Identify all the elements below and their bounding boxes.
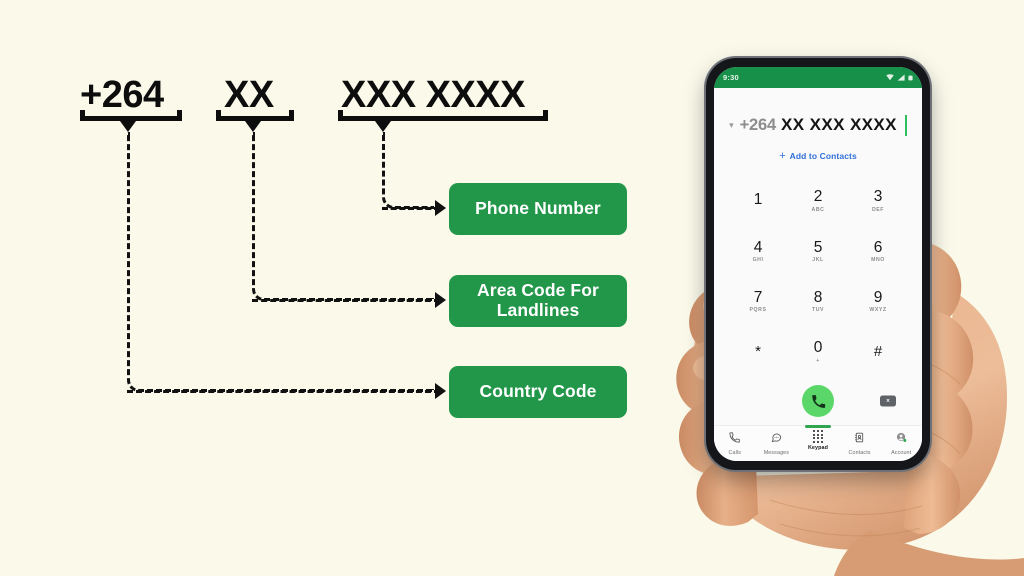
callout-phone-number[interactable]: Phone Number <box>449 183 627 235</box>
dialpad-key-digit: 3 <box>873 188 883 206</box>
wifi-icon <box>886 74 894 81</box>
dialpad-key-digit: 2 <box>813 188 823 206</box>
dialpad-key-letters: ABC <box>811 206 825 213</box>
phone-handset-icon <box>811 394 825 408</box>
connector-arrow-phone-number <box>435 200 446 216</box>
dialed-country-code: +264 <box>739 115 777 134</box>
dialpad-key-4[interactable]: 4 GHI <box>728 226 788 276</box>
nav-item-label: Messages <box>763 450 790 456</box>
backspace-glyph: × <box>886 398 890 404</box>
phone-screen: 9:30 ▾ +264 XX XXX XXXX + Add to Contact… <box>714 67 922 461</box>
nav-item-messages[interactable]: Messages <box>756 430 798 456</box>
plus-icon: + <box>779 150 786 162</box>
dialpad-key-8[interactable]: 8 TUV <box>788 277 848 327</box>
connector-arrow-area-code <box>435 292 446 308</box>
bracket-pointer-subscriber-number <box>375 121 391 132</box>
bracket-area-code <box>216 110 294 121</box>
chevron-down-icon[interactable]: ▾ <box>729 120 734 131</box>
segment-country-code-text: +264 <box>80 74 164 116</box>
dialpad-key-letters: MNO <box>871 257 885 263</box>
nav-item-contacts[interactable]: Contacts <box>839 430 881 456</box>
dialpad-key-letters: GHI <box>752 257 764 263</box>
phone-number-format-infographic: +264 XX XXX XXXX Phone Number Area Code … <box>0 0 1024 576</box>
callout-country-code-label: Country Code <box>479 381 597 402</box>
account-icon <box>896 430 907 448</box>
nav-item-calls[interactable]: Calls <box>714 430 756 456</box>
dialpad-key-letters: TUV <box>811 307 825 314</box>
add-to-contacts-label: Add to Contacts <box>789 151 857 161</box>
dialpad-key-hash[interactable]: # <box>848 327 908 377</box>
dialpad-action-row: × <box>714 377 922 425</box>
connector-arrow-country-code <box>435 383 446 399</box>
segment-subscriber-number-text: XXX XXXX <box>341 74 525 116</box>
dialpad-key-1[interactable]: 1 <box>728 176 788 226</box>
status-bar-time: 9:30 <box>723 73 739 82</box>
bottom-navigation-bar[interactable]: Calls Messages Keypad Contacts Account <box>714 425 922 461</box>
bracket-pointer-country-code <box>120 121 136 132</box>
dialpad-key-digit: 0 <box>813 339 823 357</box>
connector-country-code-horizontal <box>127 390 440 393</box>
battery-icon <box>908 75 913 80</box>
nav-item-label: Account <box>891 450 912 456</box>
dialpad-key-digit: 1 <box>753 191 763 209</box>
call-button[interactable] <box>802 385 834 417</box>
dialed-number: XX XXX XXXX <box>781 115 897 134</box>
dialpad-key-7[interactable]: 7 PQRS <box>728 277 788 327</box>
dialpad-key-3[interactable]: 3 DEF <box>848 176 908 226</box>
wrist <box>834 530 1024 576</box>
segment-area-code-text: XX <box>224 74 274 116</box>
dialpad-key-digit: 4 <box>753 238 763 256</box>
calls-icon <box>729 430 741 448</box>
backspace-button[interactable]: × <box>880 395 896 407</box>
text-cursor <box>904 114 907 136</box>
callout-phone-number-label: Phone Number <box>475 198 601 219</box>
dialpad-key-digit: * <box>755 342 761 360</box>
dialpad-key-star[interactable]: * <box>728 327 788 377</box>
nav-item-label: Keypad <box>807 444 829 451</box>
bracket-country-code <box>80 110 182 121</box>
signal-icon <box>897 74 905 81</box>
dialed-number-row[interactable]: ▾ +264 XX XXX XXXX <box>714 88 922 150</box>
bracket-pointer-area-code <box>245 121 261 132</box>
dialpad-key-digit: 6 <box>873 238 883 256</box>
connector-country-code <box>127 132 434 392</box>
callout-area-code-label: Area Code For Landlines <box>477 280 599 320</box>
messages-icon <box>771 430 782 448</box>
dialpad-key-letters: + <box>816 357 820 364</box>
nav-item-keypad[interactable]: Keypad <box>797 425 839 451</box>
finger-left-4 <box>696 462 758 526</box>
callout-area-code[interactable]: Area Code For Landlines <box>449 275 627 327</box>
dialpad-key-letters: JKL <box>812 257 824 263</box>
status-bar: 9:30 <box>714 67 922 88</box>
dialpad-key-9[interactable]: 9 WXYZ <box>848 277 908 327</box>
dialpad-key-digit: 5 <box>813 238 823 256</box>
dialpad-key-digit: # <box>873 342 883 360</box>
dialpad-key-letters: PQRS <box>749 307 767 314</box>
smartphone-device: 9:30 ▾ +264 XX XXX XXXX + Add to Contact… <box>706 58 930 470</box>
status-bar-icons <box>886 74 913 81</box>
dialpad-key-digit: 9 <box>873 288 883 306</box>
nav-item-label: Contacts <box>848 450 871 456</box>
dialpad-key-0[interactable]: 0 + <box>788 327 848 377</box>
dialpad[interactable]: 1 2 ABC 3 DEF 4 GHI 5 JKL 6 MNO 7 PQRS 8 TUV 9 WXYZ * 0 + # <box>714 170 922 377</box>
contacts-icon <box>854 430 865 448</box>
nav-item-label: Calls <box>728 450 742 456</box>
dialpad-key-2[interactable]: 2 ABC <box>788 176 848 226</box>
dialpad-key-6[interactable]: 6 MNO <box>848 226 908 276</box>
add-to-contacts-button[interactable]: + Add to Contacts <box>714 150 922 170</box>
dialpad-key-letters: WXYZ <box>869 307 887 314</box>
nav-item-account[interactable]: Account <box>880 430 922 456</box>
dialpad-key-digit: 8 <box>813 288 823 306</box>
bracket-subscriber-number <box>338 110 548 121</box>
dialpad-key-letters: DEF <box>871 206 885 213</box>
callout-country-code[interactable]: Country Code <box>449 366 627 418</box>
dialpad-key-digit: 7 <box>753 288 763 306</box>
keypad-icon <box>813 430 823 443</box>
nav-active-indicator <box>804 425 831 428</box>
dialpad-key-5[interactable]: 5 JKL <box>788 226 848 276</box>
